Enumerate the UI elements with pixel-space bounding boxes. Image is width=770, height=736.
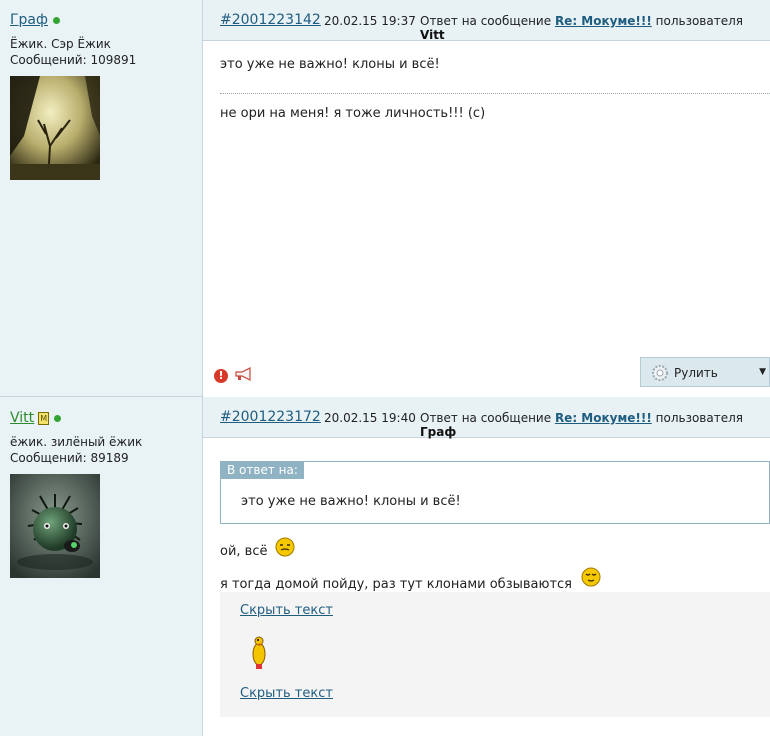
post-content: #2001223142 20.02.15 19:37 Ответ на сооб… — [203, 0, 770, 397]
post-actions-icons: ! — [214, 367, 254, 385]
reply-title-link[interactable]: Re: Мокуме!!! — [555, 14, 652, 28]
author-name-link[interactable]: Vitt — [10, 410, 34, 426]
reply-user: Vitt — [420, 28, 445, 42]
manage-button-label: Рулить — [674, 366, 718, 380]
quote-text: это уже не важно! клоны и всё! — [241, 494, 461, 509]
hide-text-link[interactable]: Скрыть текст — [240, 686, 333, 701]
author-sidebar: Vitt M ёжик. зилёный ёжик Сообщений: 8918… — [0, 397, 203, 736]
post-signature: не ори на меня! я тоже личность!!! (с) — [220, 106, 486, 121]
manage-dropdown-button[interactable]: Рулить ▼ — [640, 357, 770, 387]
reply-user-prefix: пользователя — [655, 411, 743, 425]
quote-block: В ответ на: это уже не важно! клоны и вс… — [220, 461, 770, 524]
author-status: ёжик. зилёный ёжик — [10, 435, 143, 449]
smiley-icon — [581, 567, 601, 591]
reply-user: Граф — [420, 425, 457, 439]
chevron-down-icon: ▼ — [759, 367, 766, 377]
avatar[interactable] — [10, 76, 100, 180]
post-id-link[interactable]: #2001223172 — [220, 409, 321, 425]
post-content: #2001223172 20.02.15 19:40 Ответ на сооб… — [203, 397, 770, 736]
spoiler-block: Скрыть текст Скрыть текст — [220, 592, 770, 717]
smiley-icon — [275, 537, 295, 561]
author-status: Ёжик. Сэр Ёжик — [10, 37, 111, 51]
dancing-chick-icon — [250, 634, 268, 674]
post-date: 20.02.15 19:37 — [324, 14, 416, 28]
reply-info: Ответ на сообщение Re: Мокуме!!! пользов… — [420, 411, 770, 439]
post-header: #2001223172 20.02.15 19:40 Ответ на сооб… — [203, 397, 770, 439]
gear-icon — [651, 364, 669, 385]
reply-prefix: Ответ на сообщение — [420, 14, 552, 28]
post-text-line: ой, всё — [220, 544, 268, 559]
author-name-link[interactable]: Граф — [10, 12, 48, 28]
reply-title-link[interactable]: Re: Мокуме!!! — [555, 411, 652, 425]
megaphone-icon[interactable] — [234, 367, 254, 385]
signature-divider — [220, 93, 770, 94]
reply-prefix: Ответ на сообщение — [420, 411, 552, 425]
reply-info: Ответ на сообщение Re: Мокуме!!! пользов… — [420, 14, 770, 42]
reply-user-prefix: пользователя — [655, 14, 743, 28]
online-status-icon — [54, 414, 62, 422]
post-id-link[interactable]: #2001223142 — [220, 12, 321, 28]
avatar[interactable] — [10, 474, 100, 578]
report-warning-icon[interactable]: ! — [214, 369, 228, 383]
post-text-line: я тогда домой пойду, раз тут клонами обз… — [220, 577, 572, 592]
post-text-line: это уже не важно! клоны и всё! — [220, 57, 440, 72]
post: Граф Ёжик. Сэр Ёжик Сообщений: 109891 #2… — [0, 0, 770, 397]
author-post-count: Сообщений: 109891 — [10, 53, 137, 67]
author-sidebar: Граф Ёжик. Сэр Ёжик Сообщений: 109891 — [0, 0, 203, 397]
post-date: 20.02.15 19:40 — [324, 411, 416, 425]
moderator-badge-icon: M — [38, 411, 50, 425]
author-post-count: Сообщений: 89189 — [10, 451, 129, 465]
post-header: #2001223142 20.02.15 19:37 Ответ на сооб… — [203, 0, 770, 42]
online-status-icon — [52, 16, 60, 24]
quote-header: В ответ на: — [221, 462, 304, 479]
hide-text-link[interactable]: Скрыть текст — [240, 603, 333, 618]
post: Vitt M ёжик. зилёный ёжик Сообщений: 8918… — [0, 397, 770, 736]
